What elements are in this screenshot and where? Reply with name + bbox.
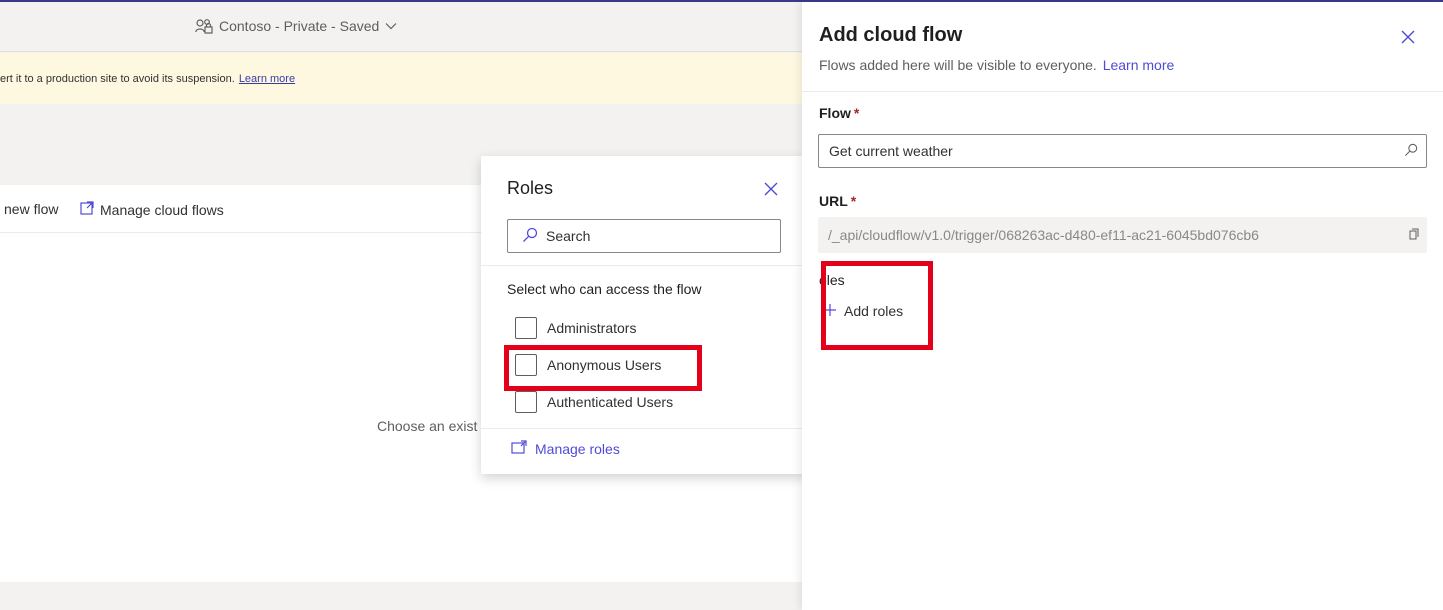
roles-search-input[interactable] [546,228,766,244]
chevron-down-icon [385,22,397,30]
panel-title: Add cloud flow [819,24,963,46]
roles-search-box[interactable] [507,219,781,253]
role-label: Administrators [547,320,637,336]
banner-learn-more-link[interactable]: Learn more [239,73,295,85]
manage-roles-link[interactable]: Manage roles [511,440,620,457]
app-header: Contoso - Private - Saved [0,2,802,52]
url-label-text: URL [819,193,848,209]
panel-subtitle-text: Flows added here will be visible to ever… [819,57,1097,73]
add-roles-label: Add roles [844,303,904,319]
trial-warning-banner: ert it to a production site to avoid its… [0,53,802,104]
roles-instruction: Select who can access the flow [507,281,702,297]
roles-popup-title: Roles [507,178,554,198]
checkbox[interactable] [515,317,537,339]
add-roles-button[interactable]: Add roles [824,303,903,319]
divider [481,265,806,266]
flow-label-text: Flow [819,105,851,121]
manage-cloud-flows-label: Manage cloud flows [100,201,224,218]
open-external-icon [80,201,94,218]
required-mark: * [850,193,857,209]
checkbox[interactable] [515,391,537,413]
site-title-text: Contoso - Private - Saved [219,18,380,34]
url-field: /_api/cloudflow/v1.0/trigger/068263ac-d4… [818,217,1427,253]
divider [481,428,806,429]
url-value: /_api/cloudflow/v1.0/trigger/068263ac-d4… [828,227,1259,243]
roles-field-label: oles [819,272,845,288]
plus-icon [824,303,836,319]
new-flow-button[interactable]: new flow [4,201,58,217]
panel-learn-more-link[interactable]: Learn more [1103,57,1175,73]
people-lock-icon [195,18,213,34]
divider [802,91,1443,92]
search-icon [522,227,538,246]
role-checkbox-authenticated-users[interactable]: Authenticated Users [515,391,673,413]
open-external-icon [511,440,527,457]
flow-picker-input[interactable]: Get current weather [818,134,1427,168]
banner-text: ert it to a production site to avoid its… [0,73,235,85]
site-title-menu[interactable]: Contoso - Private - Saved [195,18,397,34]
roles-popup: Roles Select who can access the flow Adm… [481,156,806,474]
panel-subtitle: Flows added here will be visible to ever… [819,57,1174,73]
manage-cloud-flows-button[interactable]: Manage cloud flows [80,201,224,218]
required-mark: * [853,105,860,121]
role-checkbox-administrators[interactable]: Administrators [515,317,636,339]
role-checkbox-anonymous-users[interactable]: Anonymous Users [515,354,661,376]
copy-icon[interactable] [1409,227,1419,243]
close-icon[interactable] [1399,28,1417,46]
role-label: Anonymous Users [547,357,662,373]
empty-state-text: Choose an exist [377,418,478,434]
flow-value: Get current weather [829,143,953,159]
footer-strip [0,582,802,610]
close-icon[interactable] [762,180,780,198]
role-label: Authenticated Users [547,394,674,410]
manage-roles-label: Manage roles [535,440,620,457]
checkbox[interactable] [515,354,537,376]
flow-field-label: Flow * [819,105,859,121]
add-cloud-flow-panel: Add cloud flow Flows added here will be … [802,2,1443,610]
search-icon[interactable] [1404,143,1418,160]
url-field-label: URL * [819,193,856,209]
